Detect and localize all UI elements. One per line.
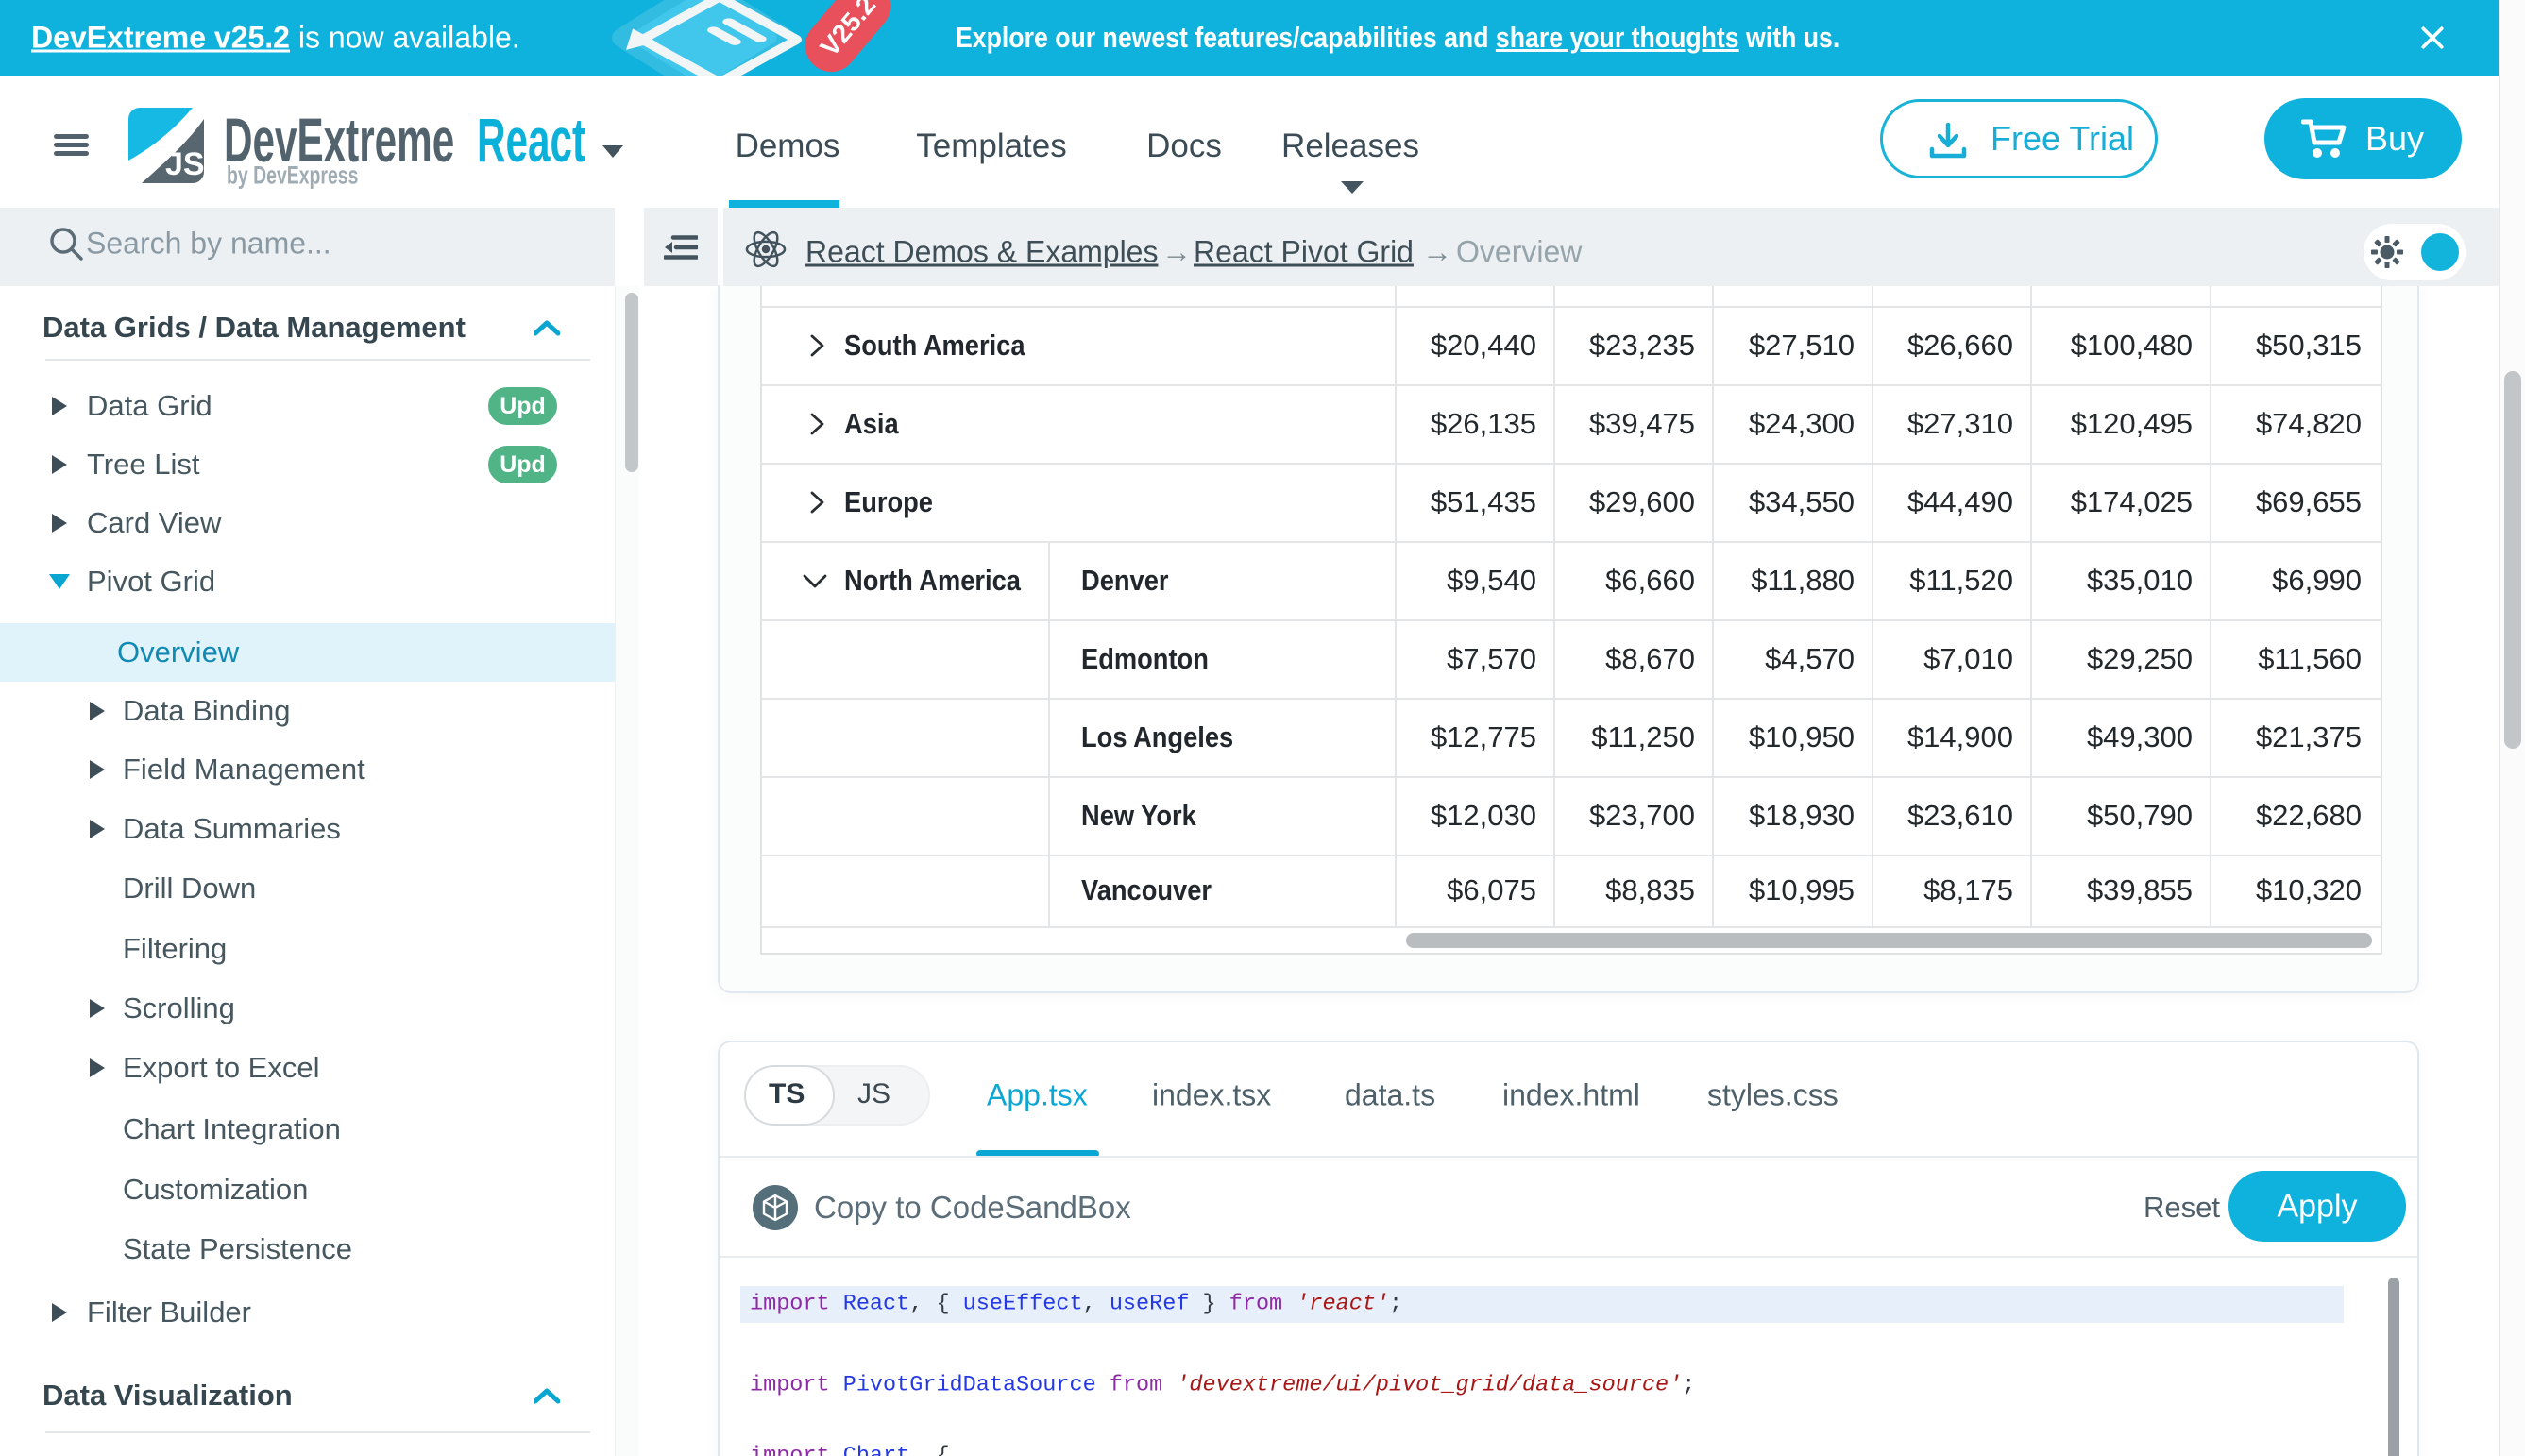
svg-text:JS: JS bbox=[165, 146, 204, 182]
